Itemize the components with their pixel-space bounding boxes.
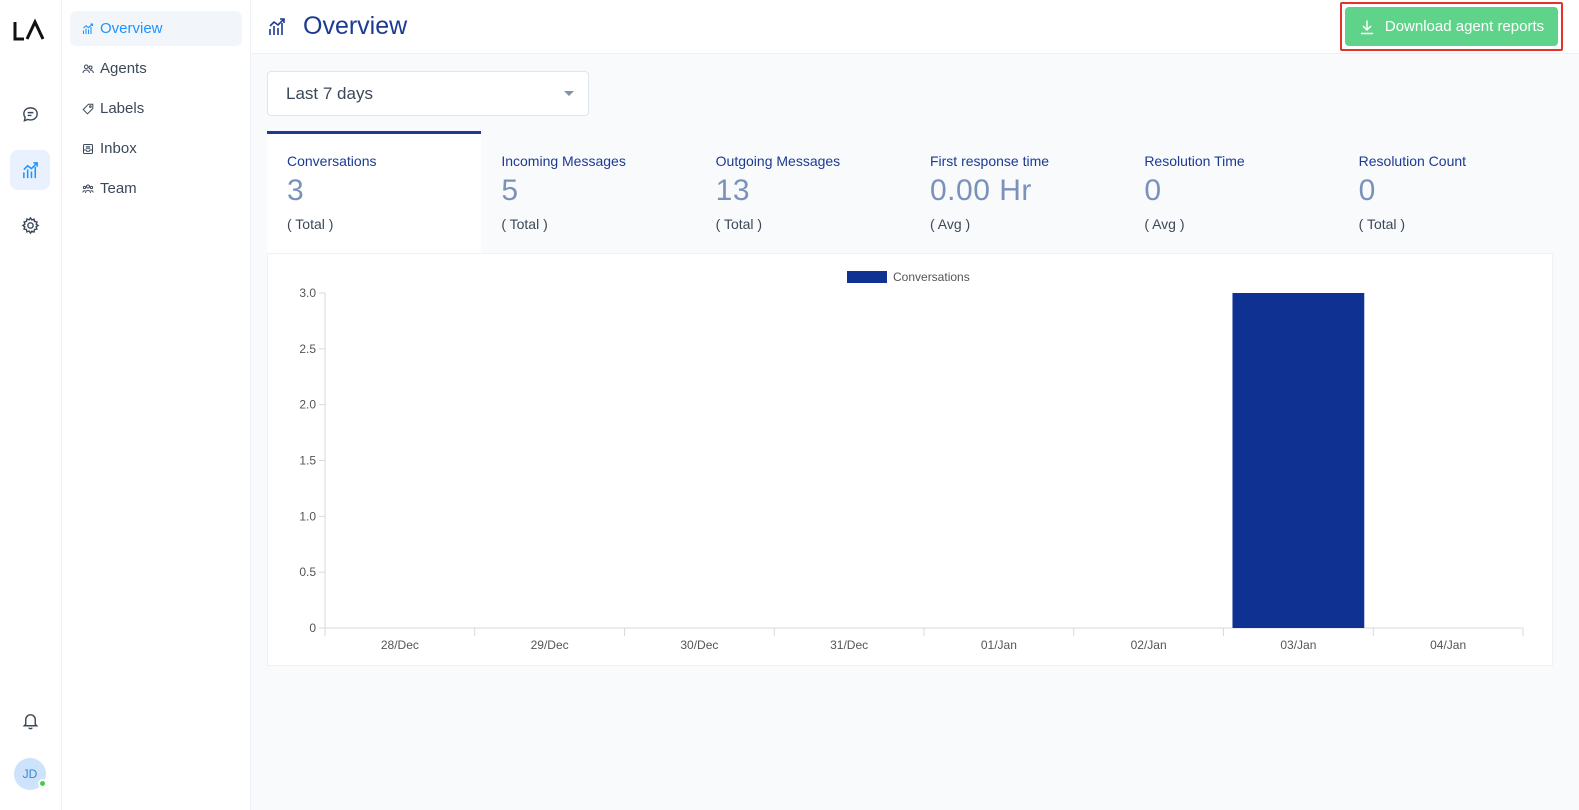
chart-card: Conversations 0 0.5 1.0 1.5 2.0 2.5 3.0 28/Dec 29… <box>267 253 1553 666</box>
sidebar-item-label: Labels <box>100 100 145 117</box>
x-tick-label: 01/Jan <box>981 638 1017 652</box>
legend-swatch <box>847 271 887 283</box>
metric-label: Conversations <box>287 153 377 169</box>
sidebar-item-label: Team <box>100 180 137 197</box>
metric-subtext: ( Avg ) <box>1144 216 1185 232</box>
chart-bar <box>1232 293 1365 628</box>
metric-label: Resolution Count <box>1358 153 1467 169</box>
page-title: Overview <box>303 12 408 40</box>
inbox-icon <box>83 143 93 154</box>
metric-tab-incoming-messages[interactable]: Incoming Messages 5 ( Total ) <box>481 131 695 254</box>
sidebar-item-overview[interactable]: Overview <box>70 11 242 46</box>
y-tick-label: 2.0 <box>299 398 316 412</box>
rail-settings-button[interactable] <box>10 205 50 245</box>
x-tick-label: 03/Jan <box>1280 638 1316 652</box>
y-tick-label: 1.5 <box>299 454 316 468</box>
x-tick-label: 04/Jan <box>1430 638 1466 652</box>
app-logo[interactable] <box>12 18 46 44</box>
metric-label: Outgoing Messages <box>715 153 841 169</box>
notifications-button[interactable] <box>10 700 50 740</box>
metric-value: 0 <box>1144 174 1162 207</box>
legend-label: Conversations <box>893 270 970 284</box>
y-tick-label: 3.0 <box>299 286 316 300</box>
tag-icon <box>82 103 94 115</box>
x-tick-label: 02/Jan <box>1131 638 1167 652</box>
metric-subtext: ( Total ) <box>501 216 548 232</box>
sidebar-item-label: Inbox <box>100 140 137 157</box>
metric-tab-outgoing-messages[interactable]: Outgoing Messages 13 ( Total ) <box>696 131 910 254</box>
metric-label: Resolution Time <box>1144 153 1245 169</box>
sidebar-item-label: Agents <box>100 60 147 77</box>
sidebar-item-team[interactable]: Team <box>70 171 242 206</box>
download-agent-reports-button[interactable]: Download agent reports <box>1345 7 1558 46</box>
date-range-value: Last 7 days <box>286 83 373 103</box>
x-tick-label: 30/Dec <box>680 638 718 652</box>
metric-value: 0 <box>1358 174 1376 207</box>
x-tick-label: 31/Dec <box>830 638 868 652</box>
rail-conversations-button[interactable] <box>10 94 50 134</box>
metric-subtext: ( Total ) <box>715 216 763 232</box>
metric-subtext: ( Total ) <box>1358 216 1406 232</box>
metric-label: First response time <box>929 153 1050 169</box>
user-avatar[interactable]: JD <box>14 758 47 790</box>
reports-sidebar: Overview Agents Labels Inbox Team <box>62 0 251 810</box>
metric-tab-resolution-count[interactable]: Resolution Count 0 ( Total ) <box>1339 131 1553 254</box>
metric-tabs: Conversations 3 ( Total ) Incoming Messa… <box>267 131 1553 254</box>
chart-icon <box>82 22 94 34</box>
sidebar-item-labels[interactable]: Labels <box>70 91 242 126</box>
y-tick-label: 1.0 <box>299 509 316 523</box>
metric-label: Incoming Messages <box>501 153 626 169</box>
x-tick-label: 28/Dec <box>381 638 419 652</box>
primary-sidebar: JD <box>0 0 62 810</box>
y-tick-label: 0.5 <box>299 565 316 579</box>
download-button-highlight: Download agent reports <box>1340 2 1563 51</box>
online-status-dot <box>38 779 47 788</box>
chart-icon <box>22 161 38 178</box>
conversations-bar-chart: Conversations 0 0.5 1.0 1.5 2.0 2.5 3.0 28/Dec 29… <box>299 270 1524 652</box>
metric-value: 13 <box>715 174 751 207</box>
caret-down-icon <box>564 91 574 96</box>
y-tick-label: 0 <box>309 621 316 635</box>
metric-tab-first-response-time[interactable]: First response time 0.00 Hr ( Avg ) <box>910 131 1124 254</box>
download-icon <box>1360 20 1373 34</box>
metric-tab-conversations[interactable]: Conversations 3 ( Total ) <box>267 131 482 254</box>
sidebar-item-agents[interactable]: Agents <box>70 51 242 86</box>
chart-icon <box>269 18 285 35</box>
metric-value: 5 <box>501 174 519 207</box>
metric-tab-resolution-time[interactable]: Resolution Time 0 ( Avg ) <box>1124 131 1338 254</box>
people-icon <box>82 64 94 73</box>
page-header: Overview Download agent reports <box>251 0 1579 54</box>
team-icon <box>82 184 94 193</box>
bell-icon <box>22 713 38 729</box>
metric-value: 0.00 Hr <box>929 174 1032 207</box>
metric-subtext: ( Total ) <box>287 216 334 232</box>
metric-subtext: ( Avg ) <box>929 216 971 232</box>
download-button-label: Download agent reports <box>1384 18 1545 35</box>
avatar-initials: JD <box>22 767 38 781</box>
y-tick-label: 2.5 <box>299 342 316 356</box>
sidebar-item-label: Overview <box>100 20 163 37</box>
rail-reports-button[interactable] <box>10 150 50 190</box>
metric-value: 3 <box>287 174 305 207</box>
sidebar-item-inbox[interactable]: Inbox <box>70 131 242 166</box>
date-range-select[interactable]: Last 7 days <box>267 71 589 116</box>
gear-icon <box>21 216 39 234</box>
chat-bubble-icon <box>22 106 38 122</box>
x-tick-label: 29/Dec <box>531 638 569 652</box>
